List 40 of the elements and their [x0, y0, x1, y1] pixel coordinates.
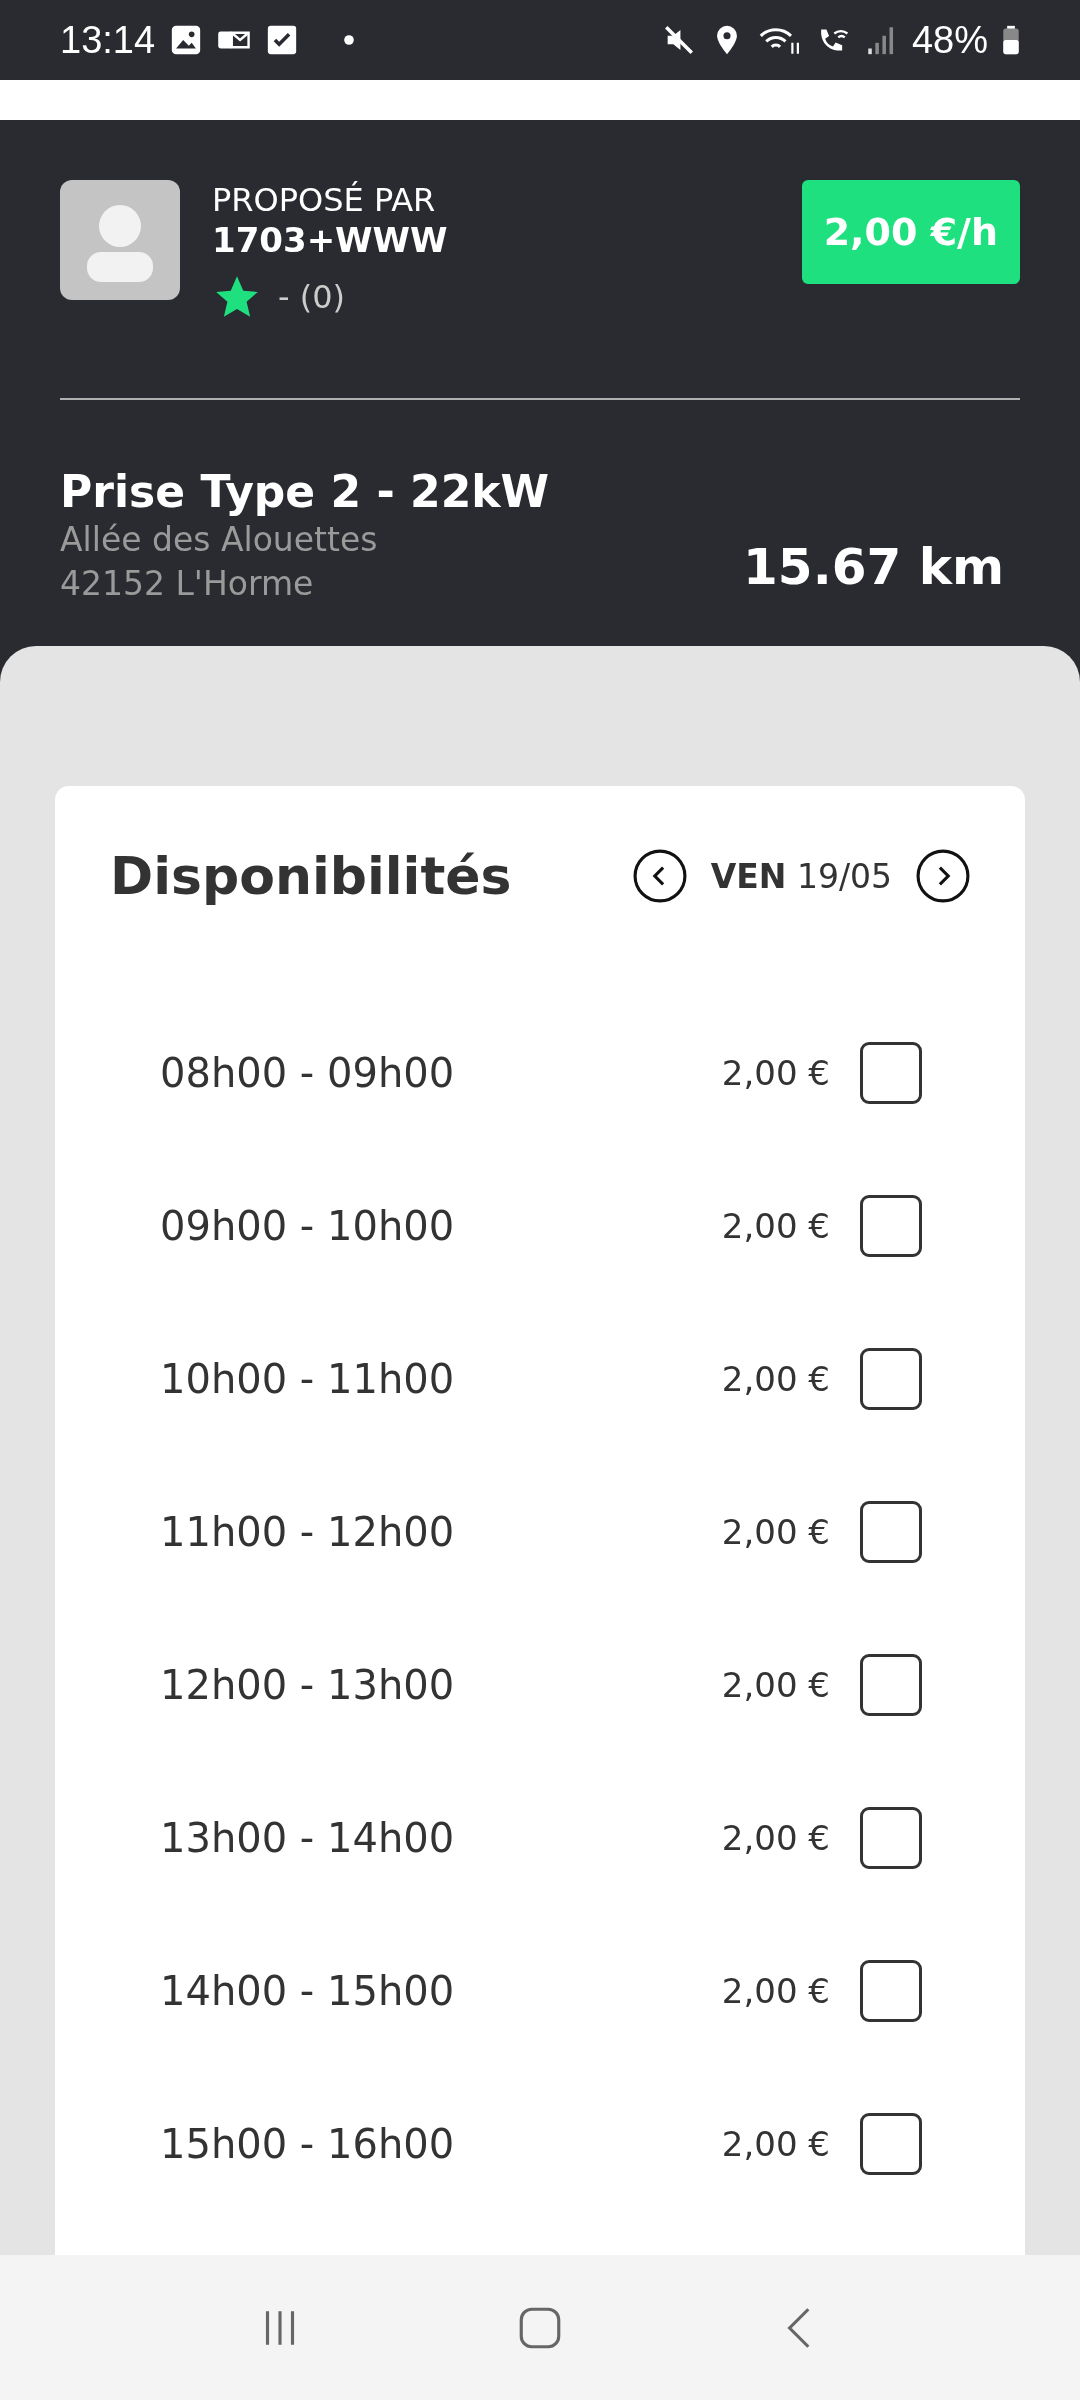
time-slot: 14h00 - 15h00	[160, 1967, 722, 2014]
time-slot: 15h00 - 16h00	[160, 2120, 722, 2167]
checkbox[interactable]	[860, 1347, 922, 1410]
checkbox[interactable]	[860, 1653, 922, 1716]
slot-price: 2,00 €	[721, 1664, 830, 1705]
host-name: 1703+WWW	[212, 220, 449, 260]
checkbox[interactable]	[860, 1959, 922, 2022]
dot-icon	[343, 34, 356, 46]
time-slot: 08h00 - 09h00	[160, 1049, 722, 1096]
checkbox[interactable]	[860, 1194, 922, 1257]
time-slot: 10h00 - 11h00	[160, 1355, 722, 1402]
checkbox[interactable]	[860, 2112, 922, 2175]
time-slot: 11h00 - 12h00	[160, 1508, 722, 1555]
rating-count: - (0)	[278, 278, 346, 316]
slot-price: 2,00 €	[721, 2123, 830, 2164]
checkbox[interactable]	[860, 1041, 922, 1104]
station-title: Prise Type 2 - 22kW	[60, 466, 550, 518]
time-slot: 13h00 - 14h00	[160, 1814, 722, 1861]
slot-price: 2,00 €	[721, 1511, 830, 1552]
time-slot: 12h00 - 13h00	[160, 1661, 722, 1708]
battery-icon	[1002, 24, 1020, 56]
battery-percent: 48%	[911, 18, 988, 62]
slot-price: 2,00 €	[721, 1052, 830, 1093]
previous-button[interactable]	[632, 849, 687, 903]
caption: PROPOSÉ PAR	[212, 180, 437, 220]
address-line: Allée des Alouettes	[60, 519, 379, 561]
checkbox[interactable]	[860, 1806, 922, 1869]
section-title: Disponibilités	[110, 846, 512, 906]
address-line: 42152 L'Horme	[60, 563, 315, 605]
distance: 15.67 km	[743, 538, 1004, 596]
price-badge: 2,00 €/h	[801, 180, 1020, 284]
slot-price: 2,00 €	[721, 1358, 830, 1399]
slot-price: 2,00 €	[721, 1205, 830, 1246]
time-slot: 09h00 - 10h00	[160, 1202, 722, 1249]
slot-price: 2,00 €	[721, 1970, 830, 2011]
next-button[interactable]	[916, 849, 970, 903]
slot-price: 2,00 €	[721, 1817, 830, 1858]
checkbox[interactable]	[860, 1500, 922, 1563]
status-time: 13:14	[60, 18, 156, 62]
date-label: VEN 19/05	[710, 856, 892, 896]
